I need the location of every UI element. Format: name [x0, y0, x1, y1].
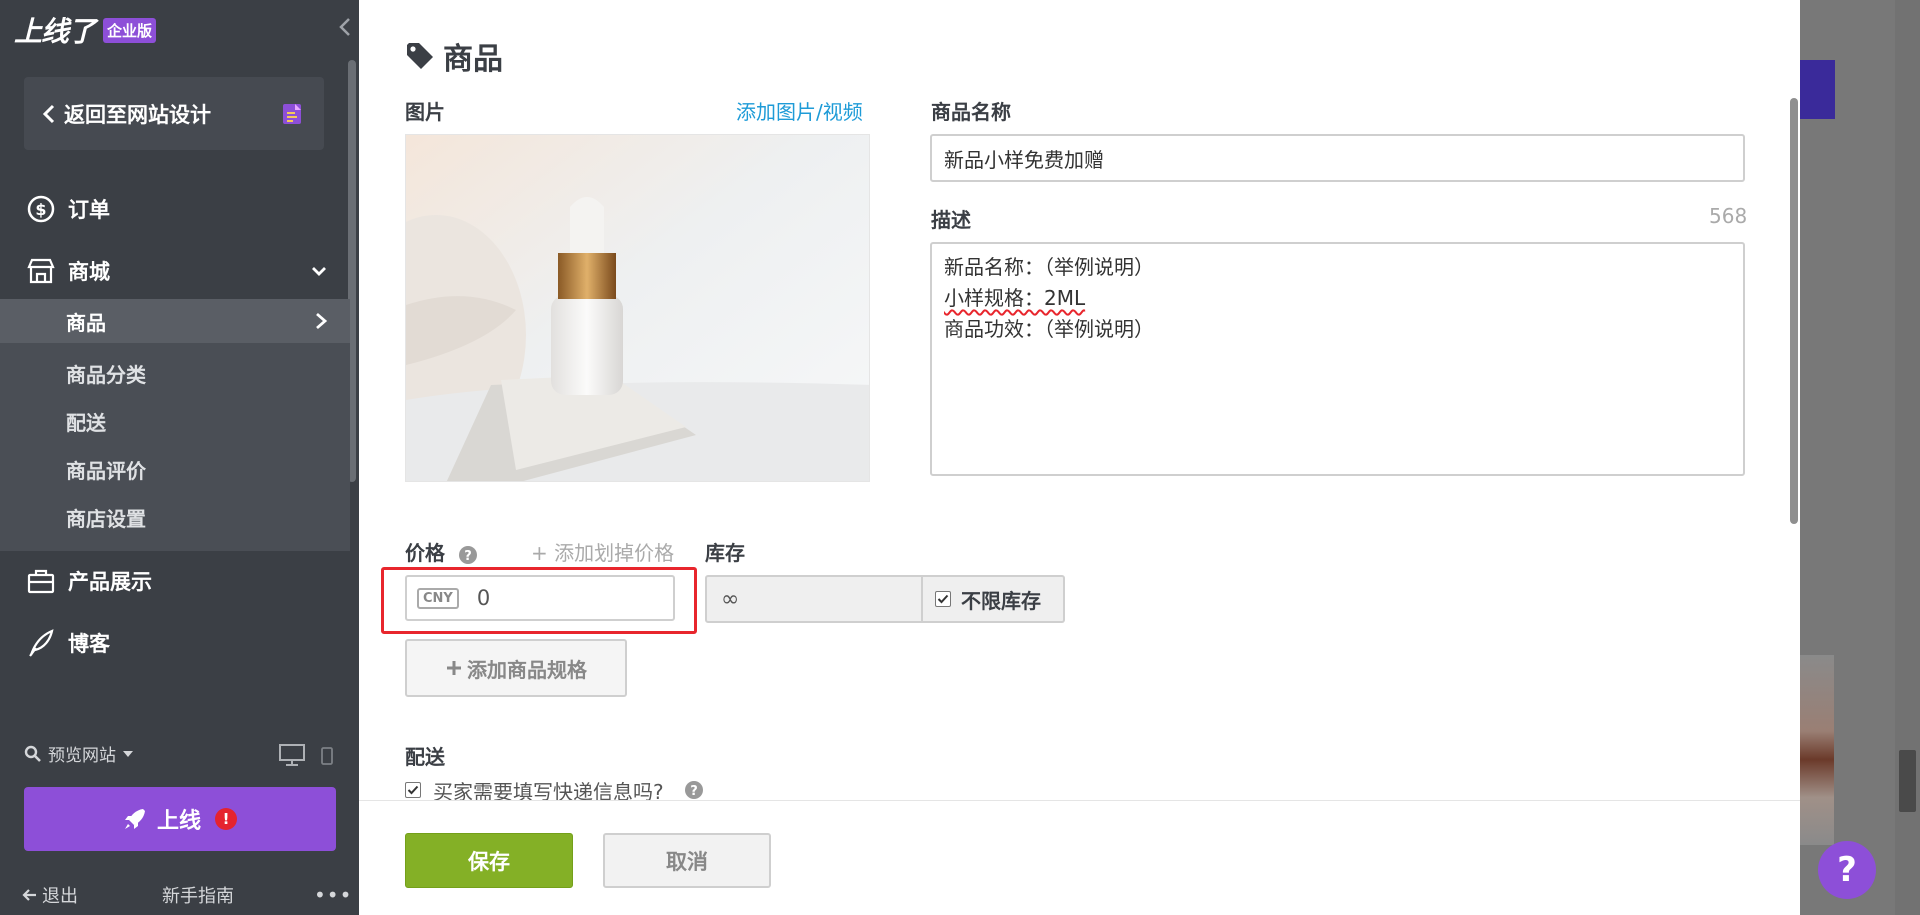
logout-button[interactable]: 退出	[22, 882, 78, 908]
preview-site-dropdown[interactable]: 预览网站	[24, 741, 140, 766]
submenu-item-label: 商品评价	[66, 458, 146, 483]
description-line: 小样规格：2ML	[944, 286, 1086, 310]
sidebar-item-blog[interactable]: 博客	[0, 616, 350, 670]
submenu-item-categories[interactable]: 商品分类	[0, 351, 350, 395]
alert-badge: !	[215, 808, 237, 830]
publish-button[interactable]: 上线 !	[24, 787, 336, 851]
sidebar-item-label: 订单	[68, 198, 110, 222]
publish-label: 上线	[156, 809, 201, 834]
panel-scrollbar[interactable]	[1790, 98, 1798, 524]
image-label: 图片	[405, 100, 445, 124]
tag-icon	[407, 43, 433, 69]
enterprise-badge: 企业版	[103, 17, 157, 43]
search-icon	[24, 745, 41, 762]
page-title-text: 商品	[443, 42, 503, 77]
product-editor-panel: 商品 图片 添加图片/视频 商品名称 新品小样免费加赠 描述 568 新品名称：…	[359, 0, 1800, 915]
back-to-site-design-button[interactable]: 返回至网站设计	[24, 77, 324, 150]
help-icon[interactable]: ?	[458, 545, 478, 565]
shipping-label: 配送	[405, 745, 445, 769]
sidebar: 上线了 企业版 返回至网站设计 $ 订单 商城 商品 商品分类 配送 商品评价 …	[0, 0, 359, 915]
description-label: 描述	[931, 208, 971, 232]
product-name-input[interactable]: 新品小样免费加赠	[930, 134, 1745, 182]
page-title: 商品	[405, 34, 503, 78]
help-icon[interactable]: ?	[684, 780, 704, 800]
description-char-counter: 568	[1709, 204, 1748, 228]
add-spec-label: 添加商品规格	[467, 657, 587, 682]
store-icon	[27, 258, 55, 284]
sidebar-item-label: 商城	[68, 260, 110, 284]
caret-down-icon	[123, 750, 133, 757]
page-doc-icon	[283, 104, 301, 124]
cancel-button[interactable]: 取消	[603, 833, 771, 888]
svg-text:$: $	[35, 200, 46, 219]
product-photo-image	[406, 135, 869, 481]
product-name-label: 商品名称	[931, 100, 1011, 124]
backdrop-image	[1800, 655, 1834, 845]
action-footer: 保存 取消	[359, 800, 1800, 915]
backdrop-purple-block	[1800, 60, 1835, 119]
chevron-right-icon	[316, 312, 328, 330]
collapse-sidebar-icon[interactable]	[338, 16, 352, 38]
check-icon	[407, 785, 419, 795]
sidebar-item-orders[interactable]: $ 订单	[0, 182, 350, 236]
mall-submenu: 商品 商品分类 配送 商品评价 商店设置	[0, 299, 350, 551]
sidebar-footer: 退出 新手指南 •••	[0, 875, 352, 915]
sidebar-item-mall[interactable]: 商城	[0, 244, 350, 298]
add-strike-price-link[interactable]: + 添加划掉价格	[531, 537, 674, 566]
plus-icon	[447, 661, 461, 675]
submenu-item-label: 配送	[66, 410, 106, 435]
preview-site-label: 预览网站	[48, 746, 116, 766]
checkbox[interactable]	[405, 782, 421, 798]
product-image[interactable]	[405, 134, 870, 482]
back-to-site-design-label: 返回至网站设计	[64, 102, 211, 127]
price-label-text: 价格	[405, 541, 445, 565]
arrow-left-icon	[22, 889, 36, 901]
feather-icon	[29, 629, 54, 657]
browser-scrollbar[interactable]	[1899, 750, 1916, 812]
stock-input[interactable]: ∞	[705, 575, 923, 623]
submenu-item-label: 商品分类	[66, 362, 146, 387]
logo-text: 上线了	[14, 15, 96, 48]
price-label: 价格 ?	[405, 537, 478, 566]
chevron-left-icon	[42, 104, 55, 123]
sidebar-item-showcase[interactable]: 产品展示	[0, 554, 350, 608]
briefcase-icon	[27, 569, 55, 594]
dollar-circle-icon: $	[27, 195, 55, 223]
logout-label: 退出	[42, 886, 78, 907]
svg-text:?: ?	[690, 784, 698, 799]
add-media-link[interactable]: 添加图片/视频	[736, 96, 863, 125]
price-input[interactable]: CNY 0	[405, 575, 675, 621]
chevron-down-icon	[312, 267, 326, 276]
submenu-item-label: 商品	[66, 310, 106, 335]
checkbox	[935, 591, 951, 607]
mobile-icon[interactable]	[321, 747, 333, 765]
price-value: 0	[476, 586, 491, 610]
save-button[interactable]: 保存	[405, 833, 573, 888]
unlimited-stock-label: 不限库存	[961, 588, 1041, 613]
submenu-item-shipping[interactable]: 配送	[0, 399, 350, 443]
submenu-item-products[interactable]: 商品	[0, 299, 350, 343]
description-textarea[interactable]: 新品名称：（举例说明） 小样规格：2ML 商品功效：（举例说明）	[930, 242, 1745, 476]
page-backdrop: ?	[1800, 0, 1920, 915]
sidebar-item-label: 博客	[68, 632, 110, 656]
unlimited-stock-checkbox[interactable]: 不限库存	[923, 575, 1065, 623]
submenu-item-reviews[interactable]: 商品评价	[0, 447, 350, 491]
desktop-icon[interactable]	[279, 744, 305, 766]
help-chat-button[interactable]: ?	[1818, 841, 1876, 899]
submenu-item-store-settings[interactable]: 商店设置	[0, 495, 350, 539]
description-line: 商品功效：（举例说明）	[944, 317, 1154, 341]
svg-text:?: ?	[464, 549, 472, 564]
stock-label: 库存	[705, 541, 745, 565]
more-menu-button[interactable]: •••	[314, 883, 352, 907]
add-spec-button[interactable]: 添加商品规格	[405, 639, 627, 697]
beginner-guide-link[interactable]: 新手指南	[162, 882, 234, 908]
description-line: 新品名称：（举例说明）	[944, 255, 1154, 279]
sidebar-item-label: 产品展示	[68, 570, 152, 594]
logo: 上线了 企业版	[14, 10, 157, 50]
check-icon	[937, 594, 949, 604]
submenu-item-label: 商店设置	[66, 506, 146, 531]
currency-badge: CNY	[417, 587, 459, 609]
rocket-icon	[124, 809, 145, 829]
